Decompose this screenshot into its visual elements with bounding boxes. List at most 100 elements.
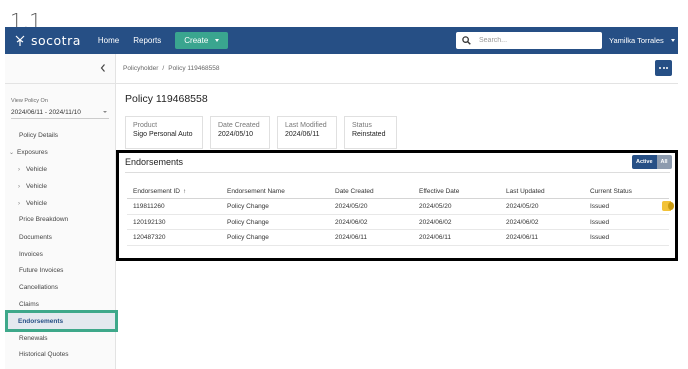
- breadcrumb-policy[interactable]: Policy 119468558: [168, 65, 219, 72]
- cell-last-updated: 2024/06/11: [506, 234, 539, 241]
- cell-last-updated: 2024/05/20: [506, 203, 539, 210]
- sidebar-item-label: Claims: [19, 301, 39, 308]
- logo-text: socotra: [31, 33, 81, 48]
- column-header-date-created[interactable]: Date Created: [335, 188, 374, 195]
- toggle-all[interactable]: All: [656, 155, 672, 169]
- sidebar-item-price-breakdown[interactable]: Price Breakdown: [19, 216, 68, 223]
- cell-endorsement-id: 120192130: [133, 218, 166, 226]
- caret-down-icon: [670, 39, 675, 42]
- column-header-current-status[interactable]: Current Status: [590, 188, 632, 195]
- sidebar-item-claims[interactable]: Claims: [19, 301, 39, 308]
- cell-current-status: Issued: [590, 234, 610, 241]
- cell-date-created: 2024/06/02: [335, 218, 368, 226]
- caret-down-icon: [215, 39, 220, 42]
- view-policy-on-label: View Policy On: [11, 98, 48, 104]
- sidebar-item-label: Documents: [19, 234, 52, 241]
- sidebar-item-vehicle[interactable]: › Vehicle: [18, 200, 47, 207]
- sidebar-item-label: Vehicle: [26, 166, 47, 173]
- sidebar-item-historical-quotes[interactable]: Historical Quotes: [19, 351, 69, 358]
- column-header-endorsement-id[interactable]: Endorsement ID ↑: [133, 188, 186, 195]
- card-value: 2024/05/10: [218, 131, 254, 138]
- chevron-right-icon: ›: [18, 184, 20, 190]
- column-header-label: Endorsement ID: [133, 188, 180, 195]
- sort-ascending-icon: ↑: [182, 189, 186, 195]
- endorsements-highlight-box: [5, 310, 118, 332]
- cell-effective-date: 2024/05/20: [419, 203, 452, 210]
- sidebar-item-exposures[interactable]: ⌄ Exposures: [9, 149, 48, 156]
- sidebar-item-invoices[interactable]: Invoices: [19, 251, 43, 258]
- table-row[interactable]: 119811260 Policy Change 2024/05/20 2024/…: [127, 199, 669, 215]
- breadcrumb-separator: /: [162, 65, 165, 72]
- sidebar-item-renewals[interactable]: Renewals: [19, 335, 48, 342]
- search-icon: [462, 36, 471, 45]
- active-all-toggle: Active All: [632, 155, 672, 169]
- more-dot: [659, 67, 661, 69]
- sidebar-item-label: Future Invoices: [19, 267, 64, 274]
- date-range-value: 2024/06/11 - 2024/11/10: [11, 109, 81, 116]
- date-range-select[interactable]: 2024/06/11 - 2024/11/10: [11, 107, 109, 119]
- main-divider: [116, 83, 678, 84]
- sidebar-item-label: Exposures: [17, 149, 48, 156]
- sidebar-item-label: Policy Details: [19, 132, 59, 139]
- cell-current-status: Issued: [590, 203, 610, 210]
- chevron-down-icon: ⌄: [9, 150, 15, 156]
- panel-divider: [125, 172, 670, 173]
- sidebar-item-vehicle[interactable]: › Vehicle: [18, 166, 47, 173]
- column-header-endorsement-name[interactable]: Endorsement Name: [227, 188, 285, 195]
- more-dot: [662, 67, 665, 69]
- card-label: Last Modified: [285, 122, 327, 129]
- chevron-left-icon[interactable]: [99, 63, 107, 73]
- chevron-right-icon: ›: [18, 167, 20, 173]
- nav-reports[interactable]: Reports: [133, 36, 161, 45]
- last-modified-card: Last Modified 2024/06/11: [277, 116, 337, 149]
- sidebar-item-label: Price Breakdown: [19, 216, 69, 223]
- cell-effective-date: 2024/06/11: [419, 234, 452, 241]
- cell-endorsement-id: 119811260: [133, 203, 165, 210]
- card-label: Date Created: [218, 122, 260, 129]
- create-button[interactable]: Create: [175, 32, 229, 49]
- endorsements-panel: Endorsements Active All Endorsement ID ↑ …: [116, 150, 678, 261]
- chevron-down-icon: [103, 111, 107, 113]
- sidebar-item-policy-details[interactable]: Policy Details: [19, 132, 58, 139]
- cell-endorsement-name: Policy Change: [227, 234, 269, 241]
- breadcrumb-policyholder[interactable]: Policyholder: [123, 65, 158, 72]
- status-card: Status Reinstated: [344, 116, 397, 149]
- cell-date-created: 2024/05/20: [335, 203, 368, 210]
- sidebar-item-label: Historical Quotes: [19, 351, 69, 358]
- sidebar-item-future-invoices[interactable]: Future Invoices: [19, 267, 63, 274]
- sidebar-divider: [5, 83, 116, 84]
- column-header-effective-date[interactable]: Effective Date: [419, 188, 459, 195]
- cell-effective-date: 2024/06/02: [419, 218, 452, 226]
- more-options-button[interactable]: [655, 60, 672, 76]
- sidebar-item-vehicle[interactable]: › Vehicle: [18, 183, 47, 190]
- top-navigation-bar: socotra Home Reports Create Yamilka Torr…: [5, 27, 678, 54]
- cell-last-updated: 2024/06/02: [506, 218, 539, 226]
- more-dot: [666, 67, 668, 69]
- sidebar-item-cancellations[interactable]: Cancellations: [19, 284, 58, 291]
- cell-current-status: Issued: [590, 218, 610, 226]
- sidebar-item-label: Cancellations: [19, 284, 59, 291]
- page-title: Policy 119468558: [125, 93, 208, 105]
- toggle-active[interactable]: Active: [632, 155, 657, 169]
- sidebar-item-documents[interactable]: Documents: [19, 234, 52, 241]
- search-input[interactable]: [479, 37, 589, 44]
- column-header-last-updated[interactable]: Last Updated: [506, 188, 545, 195]
- search-box: [456, 32, 602, 49]
- card-value: 2024/06/11: [285, 131, 320, 138]
- user-menu[interactable]: Yamilka Torrales: [609, 27, 675, 54]
- create-button-label: Create: [184, 36, 209, 45]
- card-label: Status: [352, 122, 372, 129]
- chevron-right-icon: ›: [18, 201, 20, 207]
- sidebar-item-label: Vehicle: [26, 183, 47, 190]
- socotra-logo[interactable]: socotra: [14, 33, 81, 48]
- side-panel-tab[interactable]: [662, 201, 674, 211]
- nav-home[interactable]: Home: [98, 36, 119, 45]
- cell-endorsement-name: Policy Change: [227, 218, 269, 226]
- endorsements-title: Endorsements: [125, 157, 184, 167]
- table-row[interactable]: 120487320 Policy Change 2024/06/11 2024/…: [127, 230, 669, 246]
- endorsements-table: Endorsement ID ↑ Endorsement Name Date Cr…: [127, 184, 669, 246]
- table-header-row: Endorsement ID ↑ Endorsement Name Date Cr…: [127, 184, 669, 199]
- cell-date-created: 2024/06/11: [335, 234, 368, 241]
- table-row[interactable]: 120192130 Policy Change 2024/06/02 2024/…: [127, 215, 669, 230]
- product-card: Product Sigo Personal Auto: [125, 116, 203, 149]
